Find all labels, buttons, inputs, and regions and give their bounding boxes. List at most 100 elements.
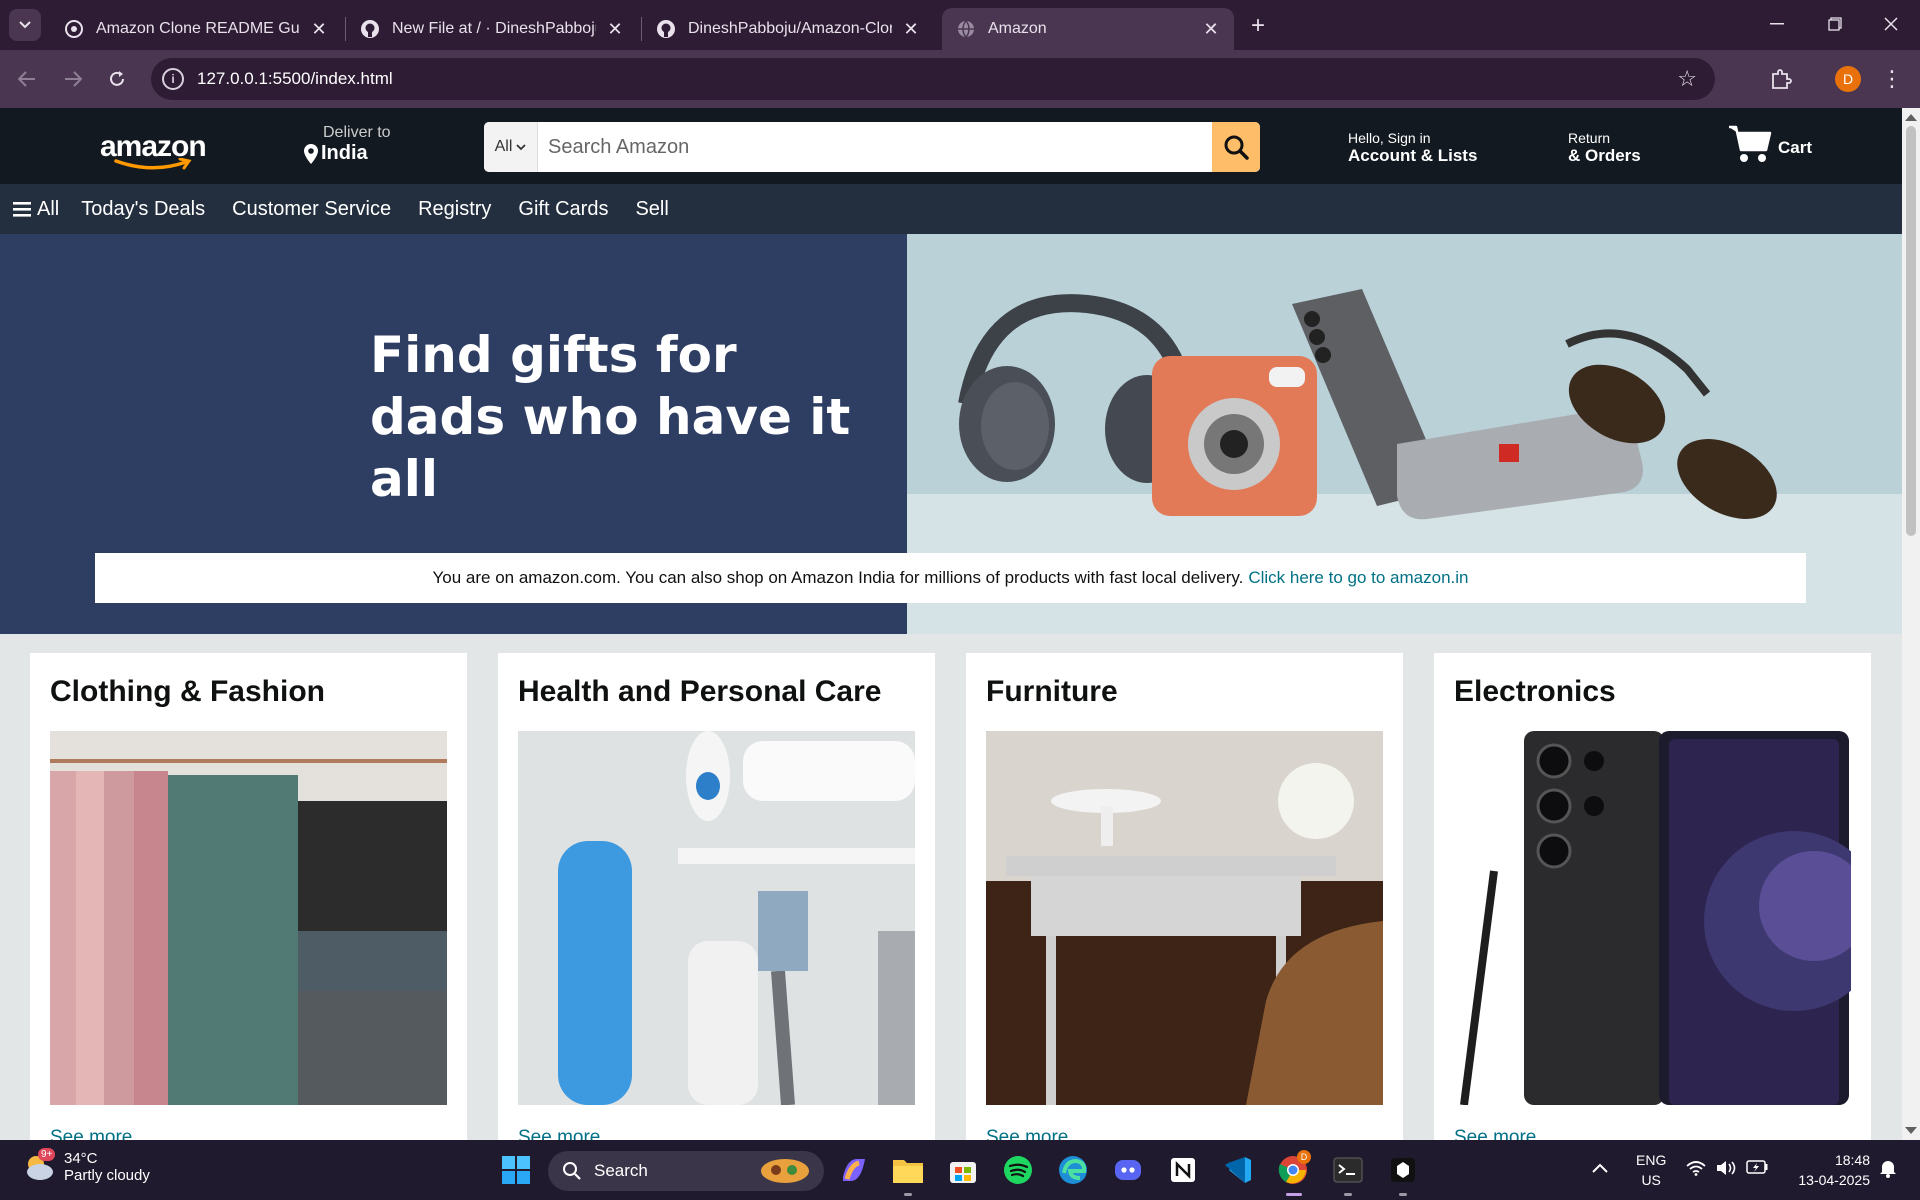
restore-button[interactable] — [1806, 0, 1864, 48]
close-icon[interactable]: ✕ — [900, 18, 922, 40]
chatgpt-icon — [64, 19, 84, 39]
notifications-icon[interactable] — [1878, 1158, 1898, 1182]
start-button[interactable] — [498, 1152, 534, 1188]
search-button[interactable] — [1212, 122, 1260, 172]
tab-readme-guide[interactable]: Amazon Clone README Guide ✕ — [50, 8, 342, 50]
card-health-personal-care[interactable]: Health and Personal Care See more — [498, 653, 935, 1140]
minimize-button[interactable] — [1748, 0, 1806, 48]
copilot-icon[interactable] — [836, 1152, 872, 1188]
weather-temperature: 34°C — [64, 1150, 98, 1167]
search-category-select[interactable]: All — [484, 122, 538, 172]
card-title: Health and Personal Care — [518, 675, 882, 708]
back-button[interactable] — [10, 62, 44, 96]
all-menu-button[interactable]: All — [13, 198, 59, 221]
account-lists-label: Account & Lists — [1348, 146, 1478, 165]
sub-navigation: All Today's Deals Customer Service Regis… — [0, 184, 1902, 234]
new-tab-button[interactable]: + — [1244, 12, 1272, 40]
running-indicator — [904, 1193, 912, 1196]
card-title: Electronics — [1454, 675, 1616, 708]
card-electronics[interactable]: Electronics See more — [1434, 653, 1871, 1140]
see-more-link[interactable]: See more — [518, 1127, 600, 1140]
see-more-link[interactable]: See more — [986, 1127, 1068, 1140]
weather-widget[interactable]: 9+ 34°C Partly cloudy — [22, 1148, 150, 1184]
discord-icon[interactable] — [1110, 1152, 1146, 1188]
forward-button[interactable] — [56, 62, 90, 96]
clock-date: 13-04-2025 — [1798, 1172, 1870, 1188]
scrollbar-thumb[interactable] — [1906, 126, 1916, 536]
page-scrollbar[interactable] — [1902, 108, 1920, 1140]
reload-button[interactable] — [100, 62, 134, 96]
nav-registry[interactable]: Registry — [418, 198, 491, 221]
chrome-profile-badge: D — [1297, 1150, 1311, 1164]
nav-customer-service[interactable]: Customer Service — [232, 198, 391, 221]
card-clothing-fashion[interactable]: Clothing & Fashion See more — [30, 653, 467, 1140]
restore-icon — [1828, 17, 1842, 31]
address-bar[interactable]: i 127.0.0.1:5500/index.html ☆ — [151, 58, 1715, 100]
amazon-india-notice: You are on amazon.com. You can also shop… — [95, 553, 1806, 603]
close-window-button[interactable] — [1862, 0, 1920, 48]
nav-sell[interactable]: Sell — [635, 198, 668, 221]
edge-browser-icon[interactable] — [1055, 1152, 1091, 1188]
spotify-icon[interactable] — [1000, 1152, 1036, 1188]
tab-title: Amazon Clone README Guide — [96, 20, 300, 37]
card-furniture[interactable]: Furniture See more — [966, 653, 1403, 1140]
tab-title: DineshPabboju/Amazon-Clone — [688, 20, 892, 37]
close-icon[interactable]: ✕ — [308, 18, 330, 40]
amazon-in-link[interactable]: Click here to go to amazon.in — [1248, 568, 1468, 588]
hero-banner[interactable]: Find gifts for dads who have it all You … — [0, 234, 1902, 634]
tab-new-file[interactable]: New File at / · DineshPabboju/A ✕ — [346, 8, 638, 50]
tab-title: New File at / · DineshPabboju/A — [392, 20, 596, 37]
chevron-down-icon — [19, 21, 31, 29]
nav-todays-deals[interactable]: Today's Deals — [81, 198, 205, 221]
search-bar: All — [484, 122, 1260, 172]
arrow-left-icon — [18, 71, 35, 87]
close-icon[interactable]: ✕ — [1200, 18, 1222, 40]
app-icon[interactable] — [1385, 1152, 1421, 1188]
microsoft-store-icon[interactable] — [945, 1152, 981, 1188]
site-info-icon[interactable]: i — [162, 68, 184, 90]
bookmark-star-icon[interactable]: ☆ — [1677, 66, 1697, 92]
github-icon — [360, 19, 380, 39]
search-icon — [1224, 135, 1249, 160]
tab-amazon[interactable]: Amazon ✕ — [942, 8, 1234, 50]
chrome-icon[interactable]: D — [1275, 1150, 1311, 1188]
clock[interactable]: 18:48 13-04-2025 — [1786, 1150, 1870, 1190]
terminal-icon[interactable] — [1330, 1152, 1366, 1188]
deliver-to[interactable]: Deliver to India — [303, 124, 391, 165]
extensions-button[interactable] — [1766, 64, 1796, 94]
search-highlight-icon — [761, 1159, 809, 1183]
language-indicator[interactable]: ENG US — [1636, 1150, 1666, 1190]
notion-icon[interactable] — [1165, 1152, 1201, 1188]
file-explorer-icon[interactable] — [890, 1152, 926, 1188]
search-input[interactable] — [538, 122, 1212, 172]
scroll-down-arrow-icon[interactable] — [1905, 1127, 1917, 1134]
personal-care-image — [518, 731, 915, 1105]
wifi-icon[interactable] — [1686, 1160, 1706, 1180]
close-icon[interactable]: ✕ — [604, 18, 626, 40]
cart-button[interactable]: Cart — [1728, 124, 1812, 164]
show-hidden-icons[interactable] — [1592, 1160, 1608, 1177]
amazon-logo[interactable]: amazon — [100, 130, 207, 170]
volume-icon[interactable] — [1716, 1160, 1738, 1180]
account-lists[interactable]: Hello, Sign in Account & Lists — [1348, 130, 1477, 166]
vscode-icon[interactable] — [1220, 1152, 1256, 1188]
tab-search-button[interactable] — [9, 9, 41, 41]
weather-badge: 9+ — [38, 1148, 56, 1161]
github-icon — [656, 19, 676, 39]
see-more-link[interactable]: See more — [1454, 1127, 1536, 1140]
clothing-image — [50, 731, 447, 1105]
see-more-link[interactable]: See more — [50, 1127, 132, 1140]
chevron-up-icon — [1592, 1163, 1608, 1173]
page-viewport: amazon Deliver to India All Hel — [0, 108, 1920, 1140]
profile-avatar[interactable]: D — [1835, 66, 1861, 92]
scroll-up-arrow-icon[interactable] — [1905, 114, 1917, 121]
more-menu-icon[interactable]: ⋮ — [1880, 62, 1904, 96]
taskbar-search[interactable]: Search — [548, 1151, 824, 1191]
returns-orders[interactable]: Return & Orders — [1568, 130, 1641, 166]
url-text: 127.0.0.1:5500/index.html — [197, 69, 393, 88]
nav-gift-cards[interactable]: Gift Cards — [518, 198, 608, 221]
battery-icon[interactable] — [1746, 1160, 1768, 1178]
puzzle-icon — [1772, 69, 1792, 89]
orders-label: & Orders — [1568, 146, 1641, 165]
tab-github-repo[interactable]: DineshPabboju/Amazon-Clone ✕ — [642, 8, 934, 50]
